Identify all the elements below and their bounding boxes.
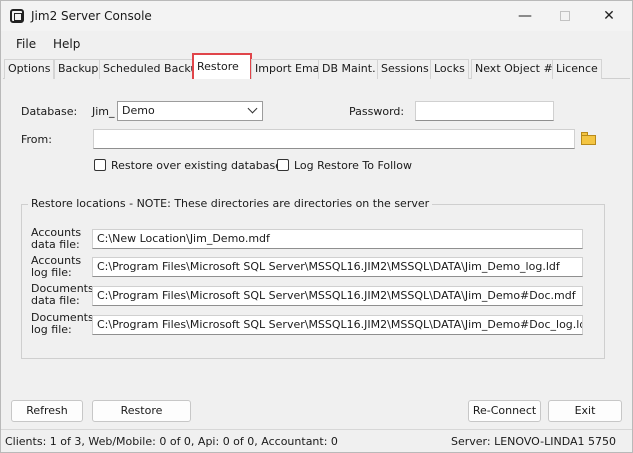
title-bar: Jim2 Server Console — ✕	[1, 1, 632, 31]
minimize-button[interactable]: —	[505, 5, 545, 27]
tab-sessions[interactable]: Sessions	[377, 59, 433, 79]
log-restore-label: Log Restore To Follow	[294, 159, 412, 172]
accounts-data-file-label: Accounts data file:	[31, 226, 82, 251]
documents-data-file-field[interactable]: C:\Program Files\Microsoft SQL Server\MS…	[92, 286, 583, 306]
database-select-value: Demo	[122, 104, 155, 117]
restore-over-existing-checkbox[interactable]	[94, 159, 106, 171]
restore-panel: Database: Jim_ Demo Password: From: Rest…	[3, 79, 630, 427]
tab-restore[interactable]: Restore	[192, 53, 252, 81]
maximize-icon	[560, 11, 570, 21]
database-prefix: Jim_	[92, 105, 115, 118]
reconnect-button[interactable]: Re-Connect	[468, 400, 541, 422]
tab-db-maint[interactable]: DB Maint.	[318, 59, 380, 79]
folder-icon	[581, 135, 596, 145]
tab-next-object[interactable]: Next Object #	[471, 59, 557, 79]
status-clients: Clients: 1 of 3, Web/Mobile: 0 of 0, Api…	[5, 435, 338, 448]
documents-log-file-label: Documents log file:	[31, 311, 94, 336]
refresh-button[interactable]: Refresh	[11, 400, 83, 422]
restore-locations-group: Restore locations - NOTE: These director…	[21, 197, 605, 359]
app-icon	[10, 9, 24, 23]
password-label: Password:	[349, 105, 405, 118]
menu-bar: File Help	[1, 33, 632, 55]
accounts-log-file-label: Accounts log file:	[31, 254, 82, 279]
documents-data-file-label: Documents data file:	[31, 282, 94, 307]
database-label: Database:	[21, 105, 78, 118]
chevron-down-icon	[247, 103, 258, 114]
database-select[interactable]: Demo	[117, 101, 263, 121]
status-server: Server: LENOVO-LINDA1 5750	[450, 435, 616, 448]
maximize-button[interactable]	[545, 5, 585, 27]
status-bar: Clients: 1 of 3, Web/Mobile: 0 of 0, Api…	[1, 429, 632, 452]
tab-strip: Options Backup Scheduled Backup Restore …	[3, 53, 630, 81]
restore-button[interactable]: Restore	[92, 400, 191, 422]
exit-button[interactable]: Exit	[548, 400, 622, 422]
password-field[interactable]	[415, 101, 554, 121]
browse-folder-button[interactable]	[578, 129, 600, 149]
from-label: From:	[21, 133, 52, 146]
accounts-log-file-field[interactable]: C:\Program Files\Microsoft SQL Server\MS…	[92, 257, 583, 277]
window-title: Jim2 Server Console	[31, 9, 152, 23]
menu-file[interactable]: File	[16, 37, 36, 51]
close-button[interactable]: ✕	[589, 5, 629, 27]
app-window: Jim2 Server Console — ✕ File Help Option…	[0, 0, 633, 453]
menu-help[interactable]: Help	[53, 37, 80, 51]
restore-locations-title: Restore locations - NOTE: These director…	[28, 197, 433, 210]
log-restore-checkbox[interactable]	[277, 159, 289, 171]
accounts-data-file-field[interactable]: C:\New Location\Jim_Demo.mdf	[92, 229, 583, 249]
tab-options[interactable]: Options	[4, 59, 55, 79]
tab-licence[interactable]: Licence	[552, 59, 602, 79]
tab-backup[interactable]: Backup	[54, 59, 103, 79]
from-field[interactable]	[93, 129, 575, 149]
restore-over-existing-label: Restore over existing database	[111, 159, 282, 172]
documents-log-file-field[interactable]: C:\Program Files\Microsoft SQL Server\MS…	[92, 315, 583, 335]
tab-locks[interactable]: Locks	[430, 59, 469, 79]
